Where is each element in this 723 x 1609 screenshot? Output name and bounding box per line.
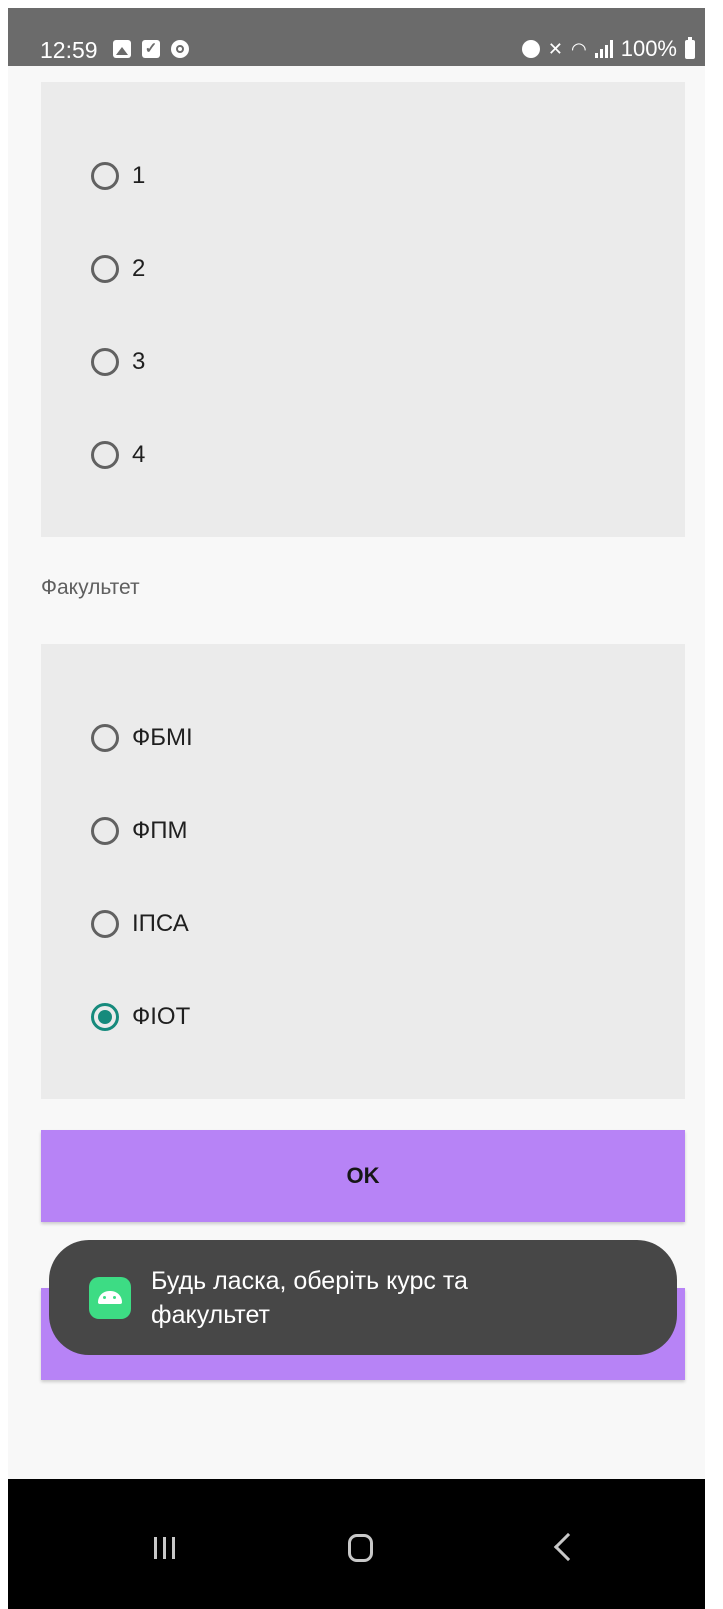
radio-label: ФПМ — [132, 817, 188, 844]
shazam-icon — [171, 40, 189, 58]
back-button[interactable] — [538, 1517, 598, 1577]
radio-button-icon[interactable] — [91, 162, 119, 190]
radio-faculty-ipsa[interactable]: ІПСА — [91, 904, 189, 944]
radio-course-2[interactable]: 2 — [91, 249, 145, 289]
course-radio-group: 1 2 3 4 — [41, 82, 685, 537]
status-time: 12:59 — [40, 37, 98, 63]
radio-course-4[interactable]: 4 — [91, 435, 145, 475]
radio-faculty-fpm[interactable]: ФПМ — [91, 811, 188, 851]
radio-label: 2 — [132, 255, 146, 282]
radio-label: 4 — [132, 441, 146, 468]
signal-icon — [594, 40, 613, 58]
radio-button-checked-icon[interactable] — [91, 1003, 119, 1031]
checkbox-icon: ✓ — [142, 40, 160, 58]
status-bar: 12:59 ✓ ✕ ◠ 100% — [8, 8, 705, 66]
radio-label: ФІОТ — [132, 1003, 191, 1030]
radio-course-3[interactable]: 3 — [91, 342, 145, 382]
radio-faculty-fbmi[interactable]: ФБМІ — [91, 718, 193, 758]
mute-icon: ✕ — [547, 39, 563, 59]
app-screen: 12:59 ✓ ✕ ◠ 100% 1 2 3 4 Факультет ФБМІ … — [8, 8, 705, 1609]
battery-percentage: 100% — [620, 36, 677, 61]
radio-course-1[interactable]: 1 — [91, 156, 145, 196]
back-arrow-icon — [553, 1532, 583, 1562]
radio-button-icon[interactable] — [91, 817, 119, 845]
home-button[interactable] — [333, 1517, 393, 1577]
recents-button[interactable] — [134, 1517, 194, 1577]
gallery-icon — [113, 40, 131, 58]
alarm-icon — [521, 40, 540, 58]
radio-faculty-fiot[interactable]: ФІОТ — [91, 997, 190, 1037]
ok-button[interactable]: OK — [41, 1130, 685, 1222]
battery-icon — [685, 36, 695, 59]
wifi-icon: ◠ — [571, 39, 587, 59]
home-icon — [348, 1534, 373, 1562]
navigation-bar — [8, 1479, 705, 1609]
android-icon — [89, 1276, 131, 1319]
status-right-group: ✕ ◠ 100% — [521, 36, 695, 62]
faculty-radio-group: ФБМІ ФПМ ІПСА ФІОТ — [41, 644, 685, 1099]
toast-text: Будь ласка, оберіть курс та факультет — [151, 1266, 468, 1329]
radio-button-icon[interactable] — [91, 348, 119, 376]
toast-message: Будь ласка, оберіть курс та факультет — [49, 1240, 677, 1355]
radio-button-icon[interactable] — [91, 724, 119, 752]
radio-button-icon[interactable] — [91, 910, 119, 938]
radio-label: 3 — [132, 348, 146, 375]
radio-label: 1 — [132, 162, 146, 189]
radio-button-icon[interactable] — [91, 255, 119, 283]
radio-button-icon[interactable] — [91, 441, 119, 469]
radio-label: ІПСА — [132, 910, 189, 937]
radio-label: ФБМІ — [132, 724, 193, 751]
faculty-heading: Факультет — [41, 576, 140, 599]
